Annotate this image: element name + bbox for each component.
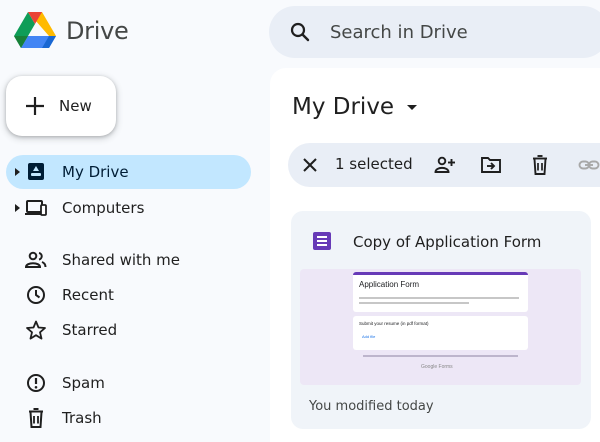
link-icon[interactable] [578, 154, 600, 176]
main-content: My Drive 1 selected Copy of Application … [270, 68, 600, 442]
sidebar-item-label: Spam [62, 374, 105, 392]
sidebar-item-label: Starred [62, 321, 118, 339]
expand-caret-icon[interactable] [15, 204, 20, 212]
file-name: Copy of Application Form [353, 233, 542, 251]
sidebar-item-label: Computers [62, 199, 145, 217]
search-icon[interactable] [288, 20, 312, 44]
plus-icon [26, 97, 44, 115]
sidebar-item-recent[interactable]: Recent [6, 278, 251, 312]
new-button-label: New [59, 97, 92, 115]
google-drive-logo [14, 12, 56, 48]
form-question: Submit your resume (in pdf format) Add f… [353, 316, 528, 350]
sidebar-item-label: Shared with me [62, 251, 181, 269]
selection-toolbar: 1 selected [288, 143, 600, 187]
computers-icon [25, 200, 47, 216]
star-icon [26, 320, 46, 340]
google-forms-icon [313, 232, 331, 250]
modified-text: You modified today [309, 399, 434, 414]
trash-icon [29, 408, 43, 428]
sidebar-item-label: Recent [62, 286, 114, 304]
clock-icon [27, 286, 45, 304]
move-icon[interactable] [480, 154, 502, 176]
page-title[interactable]: My Drive [292, 94, 394, 120]
app-title: Drive [66, 17, 129, 45]
add-file-button: Add file [362, 334, 376, 339]
expand-caret-icon[interactable] [15, 168, 20, 176]
sidebar-item-label: Trash [62, 409, 102, 427]
sidebar-item-trash[interactable]: Trash [6, 401, 251, 435]
sidebar-item-shared-with-me[interactable]: Shared with me [6, 243, 251, 277]
form-header: Application Form [353, 272, 528, 312]
people-icon [25, 251, 47, 268]
form-disclaimer [363, 355, 518, 357]
form-title: Application Form [359, 280, 420, 289]
sidebar-item-spam[interactable]: Spam [6, 366, 251, 400]
new-button[interactable]: New [6, 76, 116, 136]
search-input[interactable]: Search in Drive [330, 22, 468, 43]
sidebar-item-computers[interactable]: Computers [6, 191, 251, 225]
google-forms-footer: Google Forms [421, 364, 453, 370]
sidebar-item-label: My Drive [62, 163, 129, 181]
selection-count: 1 selected [335, 155, 413, 173]
question-label: Submit your resume (in pdf format) [359, 321, 429, 326]
file-card[interactable]: Copy of Application Form Application For… [291, 211, 591, 429]
search-bar[interactable]: Search in Drive [269, 6, 600, 58]
close-icon[interactable] [301, 156, 319, 174]
sidebar-item-my-drive[interactable]: My Drive [6, 155, 251, 189]
title-dropdown-icon[interactable] [407, 105, 417, 110]
my-drive-icon [28, 163, 44, 180]
sidebar-item-starred[interactable]: Starred [6, 313, 251, 347]
file-thumbnail: Application Form Submit your resume (in … [300, 269, 581, 385]
spam-icon [27, 374, 45, 392]
share-icon[interactable] [434, 154, 456, 176]
trash-icon[interactable] [529, 154, 551, 176]
